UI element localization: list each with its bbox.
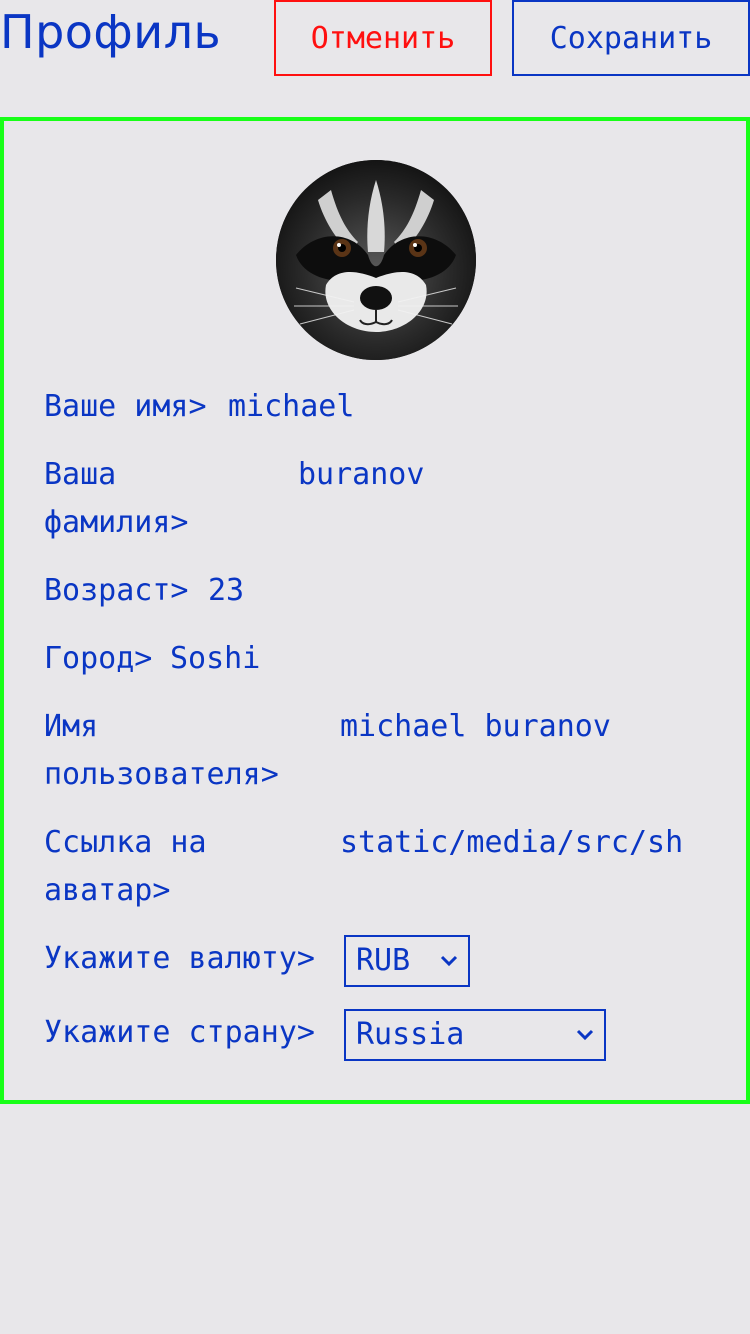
- age-label: Возраст>: [44, 573, 189, 608]
- username-label-line1: Имя: [44, 709, 99, 744]
- country-label: Укажите страну>: [44, 1015, 315, 1050]
- age-value[interactable]: 23: [208, 567, 244, 615]
- city-value[interactable]: Soshi: [170, 635, 260, 683]
- chevron-down-icon: [574, 1011, 596, 1059]
- profile-card: Ваше имя> michael Ваша фамилия> buranov …: [0, 117, 750, 1104]
- cancel-button[interactable]: Отменить: [274, 0, 492, 76]
- username-label-line2: пользователя>: [44, 757, 279, 792]
- first-name-label: Ваше имя>: [44, 389, 207, 424]
- city-label: Город>: [44, 641, 153, 676]
- last-name-label-line1: Ваша: [44, 457, 117, 492]
- currency-select-value: RUB: [356, 943, 411, 978]
- avatar-link-label-line2: аватар>: [44, 873, 171, 908]
- last-name-label-line2: фамилия>: [44, 505, 189, 540]
- country-select[interactable]: Russia: [344, 1009, 606, 1061]
- avatar-link-label-line1: Ссылка на: [44, 825, 207, 860]
- chevron-down-icon: [438, 937, 460, 985]
- country-select-value: Russia: [356, 1017, 465, 1052]
- raccoon-avatar-icon: [276, 160, 476, 360]
- first-name-value[interactable]: michael: [228, 383, 354, 431]
- last-name-value[interactable]: buranov: [298, 451, 424, 499]
- currency-select[interactable]: RUB: [344, 935, 470, 987]
- avatar-link-value[interactable]: static/media/src/sh: [340, 819, 683, 867]
- page-title: Профиль: [0, 5, 222, 59]
- currency-label: Укажите валюту>: [44, 941, 315, 976]
- save-button[interactable]: Сохранить: [512, 0, 750, 76]
- username-value[interactable]: michael buranov: [340, 703, 611, 751]
